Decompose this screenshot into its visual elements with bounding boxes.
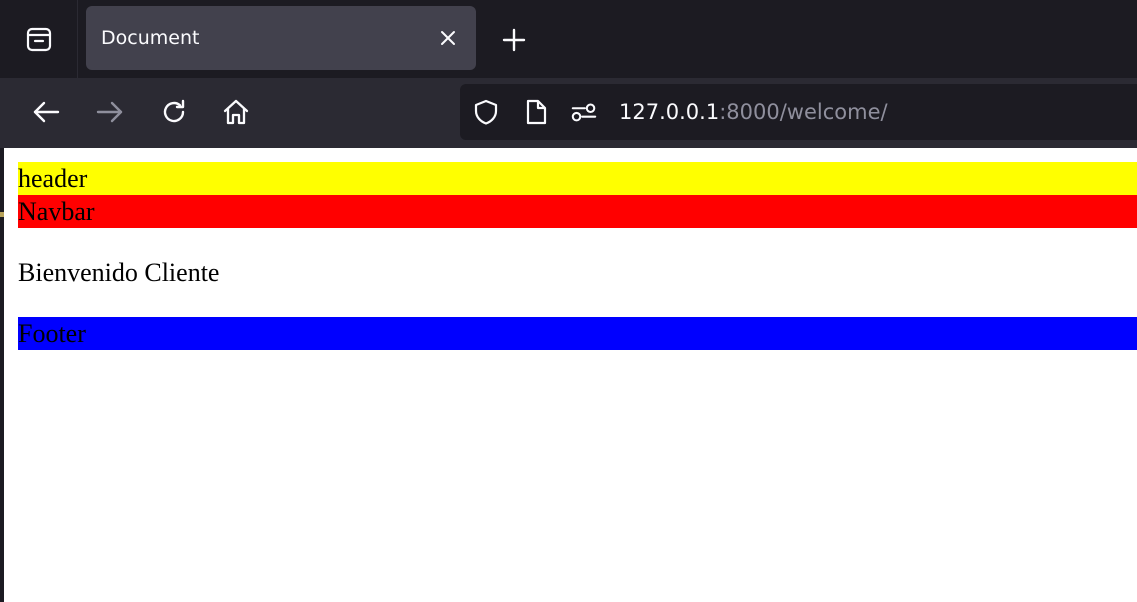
url-path: :8000/welcome/ (719, 100, 888, 124)
tab-strip: Document (0, 0, 1137, 78)
page-body: header Navbar Bienvenido Cliente Footer (18, 162, 1137, 350)
back-arrow-icon (33, 101, 60, 123)
forward-arrow-icon (96, 101, 123, 123)
page-navbar: Navbar (18, 195, 1137, 228)
permissions-icon[interactable] (570, 98, 598, 126)
reload-icon (163, 99, 185, 123)
plus-icon (502, 28, 526, 52)
reload-button[interactable] (156, 94, 192, 130)
home-button[interactable] (218, 94, 254, 130)
url-bar[interactable]: 127.0.0.1:8000/welcome/ (460, 84, 1137, 140)
shield-icon[interactable] (472, 98, 500, 126)
navigation-toolbar: 127.0.0.1:8000/welcome/ (0, 78, 1137, 217)
page-viewport: header Navbar Bienvenido Cliente Footer (4, 148, 1137, 602)
tab-title: Document (101, 27, 200, 49)
new-tab-button[interactable] (500, 26, 528, 54)
back-button[interactable] (28, 94, 64, 130)
page-header: header (18, 162, 1137, 195)
tab-manager-icon[interactable] (0, 0, 78, 78)
url-text[interactable]: 127.0.0.1:8000/welcome/ (619, 98, 888, 126)
close-icon[interactable] (438, 28, 458, 48)
forward-button[interactable] (92, 94, 128, 130)
welcome-text: Bienvenido Cliente (18, 258, 220, 287)
page-footer: Footer (18, 317, 1137, 350)
url-host: 127.0.0.1 (619, 100, 720, 124)
home-icon (223, 99, 249, 125)
document-icon[interactable] (522, 98, 550, 126)
tab-document[interactable]: Document (86, 6, 476, 70)
